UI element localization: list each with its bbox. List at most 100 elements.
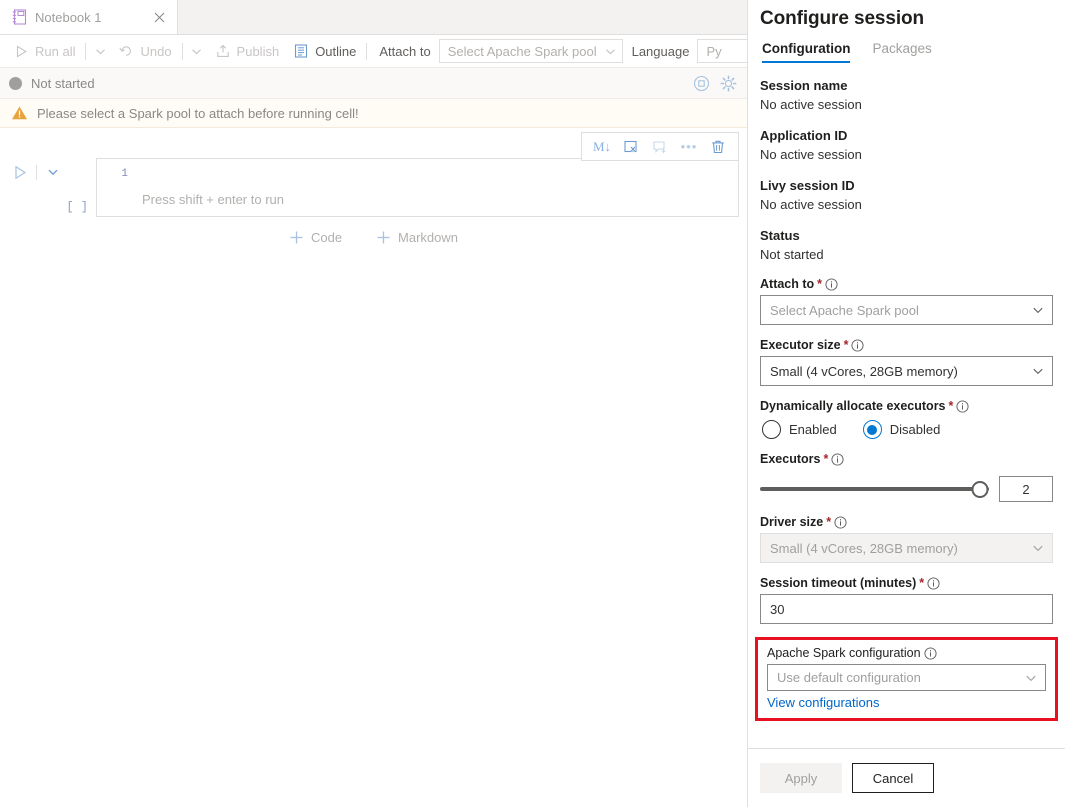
add-comment-icon[interactable] [647, 135, 673, 158]
tab-label: Notebook 1 [35, 10, 143, 25]
undo-chevron-down-icon[interactable] [186, 38, 208, 65]
page-title: Configure session [760, 0, 1053, 32]
stop-session-icon[interactable] [693, 75, 710, 92]
cancel-button[interactable]: Cancel [852, 763, 934, 793]
run-all-button[interactable]: Run all [6, 38, 82, 65]
spark-configuration-dropdown[interactable]: Use default configuration [767, 664, 1046, 691]
info-application-id: Application ID No active session [760, 127, 1053, 164]
language-toolbar-dropdown[interactable]: Py [697, 39, 747, 63]
driver-size-label: Driver size * [760, 515, 1053, 529]
radio-icon-selected [863, 420, 882, 439]
more-options-icon[interactable]: ••• [676, 135, 702, 158]
panel-content: Configure session Configuration Packages… [748, 0, 1065, 748]
executor-size-label: Executor size * [760, 338, 1053, 352]
undo-label: Undo [140, 44, 171, 59]
attach-to-label-text: Attach to [760, 277, 814, 291]
attach-to-value: Select Apache Spark pool [770, 303, 919, 318]
info-session-name: Session name No active session [760, 77, 1053, 114]
info-value: Not started [760, 245, 1053, 264]
tab-notebook-1[interactable]: Notebook 1 [0, 0, 178, 34]
status-indicator-icon [9, 77, 22, 90]
spark-configuration-label: Apache Spark configuration [767, 646, 1046, 660]
publish-button[interactable]: Publish [208, 38, 287, 65]
info-icon[interactable] [851, 339, 864, 352]
info-icon[interactable] [834, 516, 847, 529]
field-driver-size: Driver size * Small (4 vCores, 28GB memo… [760, 515, 1053, 563]
attach-to-toolbar-value: Select Apache Spark pool [448, 44, 597, 59]
line-number: 1 [97, 165, 135, 184]
add-code-cell-button[interactable]: Code [289, 230, 342, 245]
run-all-label: Run all [35, 44, 75, 59]
warning-icon [11, 105, 28, 121]
chevron-down-icon [1025, 672, 1037, 684]
convert-to-markdown-icon[interactable]: M↓ [589, 135, 615, 158]
slider-thumb[interactable] [971, 481, 988, 498]
required-marker: * [826, 515, 831, 529]
info-label: Livy session ID [760, 177, 1053, 195]
attach-to-toolbar-label: Attach to [370, 44, 438, 59]
driver-size-value: Small (4 vCores, 28GB memory) [770, 541, 958, 556]
status-bar-actions [693, 75, 737, 92]
configure-session-panel: Configure session Configuration Packages… [747, 0, 1065, 807]
executor-size-value: Small (4 vCores, 28GB memory) [770, 364, 958, 379]
info-icon[interactable] [924, 647, 937, 660]
attach-to-toolbar-dropdown[interactable]: Select Apache Spark pool [439, 39, 623, 63]
info-icon[interactable] [927, 577, 940, 590]
dynamic-allocation-radio-group: Enabled Disabled [760, 417, 1053, 439]
panel-tabs: Configuration Packages [760, 32, 1053, 63]
session-timeout-value: 30 [770, 602, 784, 617]
field-session-timeout: Session timeout (minutes) * 30 [760, 576, 1053, 624]
publish-label: Publish [237, 44, 280, 59]
undo-button[interactable]: Undo [111, 38, 178, 65]
tab-strip: Notebook 1 [0, 0, 747, 35]
executor-size-dropdown[interactable]: Small (4 vCores, 28GB memory) [760, 356, 1053, 386]
chevron-down-icon [1032, 304, 1044, 316]
info-icon[interactable] [956, 400, 969, 413]
radio-disabled[interactable]: Disabled [863, 420, 941, 439]
close-icon[interactable] [151, 9, 167, 25]
delete-cell-icon[interactable] [705, 135, 731, 158]
outline-button[interactable]: Outline [286, 38, 363, 65]
required-marker: * [844, 338, 849, 352]
executors-value-input[interactable]: 2 [999, 476, 1053, 502]
radio-enabled-label: Enabled [789, 422, 837, 437]
executors-value: 2 [1022, 482, 1029, 497]
info-icon[interactable] [825, 278, 838, 291]
execution-count: [ ] [0, 200, 96, 214]
add-markdown-cell-button[interactable]: Markdown [376, 230, 458, 245]
cell-editor[interactable]: 1 Press shift + enter to run [96, 158, 739, 217]
markdown-glyph: M↓ [593, 139, 611, 155]
clear-output-icon[interactable] [618, 135, 644, 158]
run-cell-icon[interactable] [10, 162, 30, 182]
attach-to-dropdown[interactable]: Select Apache Spark pool [760, 295, 1053, 325]
cell-gutter: [ ] [0, 158, 96, 214]
tab-packages-label: Packages [872, 41, 931, 56]
tab-packages[interactable]: Packages [872, 41, 931, 63]
chevron-down-icon [1032, 542, 1044, 554]
required-marker: * [823, 452, 828, 466]
tab-configuration[interactable]: Configuration [762, 41, 850, 63]
chevron-down-icon [605, 46, 616, 57]
outline-label: Outline [315, 44, 356, 59]
cancel-label: Cancel [873, 771, 913, 786]
toolbar-divider [182, 43, 183, 60]
cell-toolbar: M↓ [581, 132, 739, 161]
executors-label: Executors * [760, 452, 1053, 466]
field-executor-size: Executor size * Small (4 vCores, 28GB me… [760, 338, 1053, 386]
session-timeout-input[interactable]: 30 [760, 594, 1053, 624]
executors-slider[interactable] [760, 479, 989, 499]
info-icon[interactable] [831, 453, 844, 466]
cell-chevron-down-icon[interactable] [43, 162, 63, 182]
outline-icon [293, 43, 309, 59]
notebook-icon [12, 9, 27, 25]
view-configurations-link[interactable]: View configurations [767, 695, 880, 710]
required-marker: * [949, 399, 954, 413]
run-all-chevron-down-icon[interactable] [89, 38, 111, 65]
executors-label-text: Executors [760, 452, 820, 466]
gear-icon[interactable] [720, 75, 737, 92]
undo-icon [118, 43, 134, 59]
tab-configuration-label: Configuration [762, 41, 850, 56]
apply-button[interactable]: Apply [760, 763, 842, 793]
warning-bar: Please select a Spark pool to attach bef… [0, 99, 747, 128]
radio-enabled[interactable]: Enabled [762, 420, 837, 439]
